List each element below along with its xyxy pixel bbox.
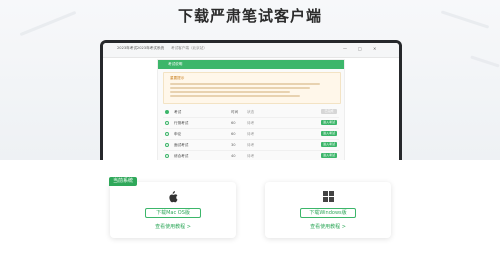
radio-icon[interactable] — [165, 154, 169, 158]
exam-row-button[interactable]: 进入考试 — [321, 131, 337, 136]
close-icon: ✕ — [373, 46, 377, 51]
notice-line — [170, 95, 300, 97]
radio-icon[interactable] — [165, 132, 169, 136]
exam-row-duration: 60 — [231, 132, 236, 136]
exam-row-name: 面试考试 — [174, 143, 189, 147]
exam-row-status: 待考 — [247, 154, 255, 158]
app-window-title: 2023年考试2023年考试系统 — [117, 46, 165, 50]
notice-title: 重要提示 — [170, 76, 185, 80]
exam-row-duration: 30 — [231, 143, 236, 147]
notice-line — [170, 91, 290, 93]
exam-row-duration: 60 — [231, 121, 236, 125]
exam-row-duration: 时间 — [231, 110, 239, 114]
exam-row-button[interactable]: 进入考试 — [321, 142, 337, 147]
exam-row-name: 行测考试 — [174, 121, 189, 125]
notice-line — [170, 87, 310, 89]
radio-icon[interactable] — [165, 143, 169, 147]
mac-download-card: 当前系统 下载Mac OS版 查看使用教程 > — [109, 177, 236, 238]
current-system-badge: 当前系统 — [109, 177, 138, 186]
exam-row-button[interactable]: 进入考试 — [321, 153, 337, 158]
laptop-screen: 2023年考试2023年考试系统 考试客户端（北京站） — □ ✕ 考试说明 重… — [103, 43, 399, 160]
page-title: 下载严肃笔试客户端 — [177, 7, 322, 25]
exam-row-status: 待考 — [247, 121, 255, 125]
exam-row-button[interactable]: 已完成 — [321, 109, 337, 114]
download-mac-button[interactable]: 下载Mac OS版 — [145, 208, 201, 218]
exam-row-name: 申论 — [174, 132, 182, 136]
app-window-tab: 考试客户端（北京站） — [171, 46, 207, 50]
exam-row-status: 状态 — [247, 110, 255, 114]
windows-tutorial-link[interactable]: 查看使用教程 > — [265, 223, 391, 230]
exam-row-status: 待考 — [247, 132, 255, 136]
download-windows-button[interactable]: 下载Windows版 — [300, 208, 356, 218]
exam-row-name: 综合考试 — [174, 154, 189, 158]
exam-panel: 考试说明 重要提示 考试 时间 状态 已完成 行测考试 60 待考 进入考试 申论 60 待考 进入考… — [157, 59, 345, 160]
minimize-icon: — — [343, 46, 347, 51]
maximize-icon: □ — [358, 46, 362, 51]
panel-header: 考试说明 — [158, 60, 344, 69]
windows-icon — [265, 191, 391, 205]
decoration-stripe — [470, 55, 500, 68]
exam-row-button[interactable]: 进入考试 — [321, 120, 337, 125]
exam-row: 面试考试 30 待考 进入考试 — [163, 140, 339, 151]
notice-box: 重要提示 — [163, 72, 341, 104]
exam-row: 考试 时间 状态 已完成 — [163, 107, 339, 118]
apple-icon — [110, 191, 236, 206]
exam-row: 综合考试 40 待考 进入考试 — [163, 151, 339, 160]
notice-line — [170, 83, 320, 85]
mac-tutorial-link[interactable]: 查看使用教程 > — [110, 223, 236, 230]
app-window-titlebar: 2023年考试2023年考试系统 考试客户端（北京站） — □ ✕ — [103, 43, 399, 58]
download-section: 当前系统 下载Mac OS版 查看使用教程 > 下载Windows版 查看使用教… — [0, 160, 500, 261]
exam-row: 申论 60 待考 进入考试 — [163, 129, 339, 140]
exam-row-duration: 40 — [231, 154, 236, 158]
exam-row: 行测考试 60 待考 进入考试 — [163, 118, 339, 129]
radio-icon[interactable] — [165, 110, 169, 114]
radio-icon[interactable] — [165, 121, 169, 125]
exam-row-name: 考试 — [174, 110, 182, 114]
exam-row-status: 待考 — [247, 143, 255, 147]
hero-section: 下载严肃笔试客户端 2023年考试2023年考试系统 考试客户端（北京站） — … — [0, 0, 500, 160]
panel-header-label: 考试说明 — [168, 62, 183, 66]
laptop-preview: 2023年考试2023年考试系统 考试客户端（北京站） — □ ✕ 考试说明 重… — [100, 40, 402, 160]
windows-download-card: 下载Windows版 查看使用教程 > — [265, 182, 391, 238]
